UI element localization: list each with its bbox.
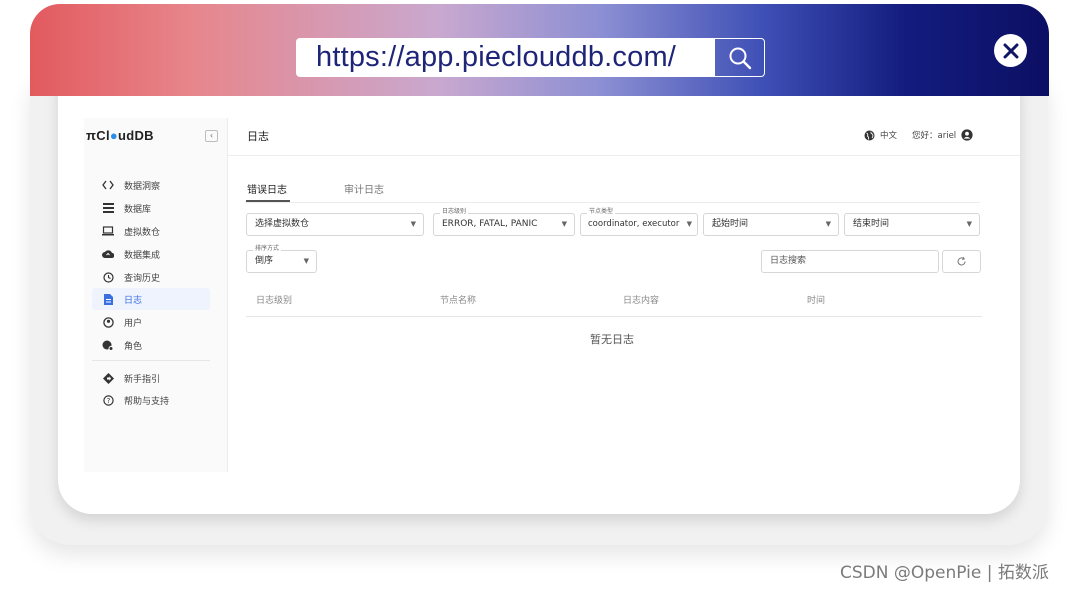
- tab-error-logs[interactable]: 错误日志: [247, 181, 287, 196]
- watermark: CSDN @OpenPie | 拓数派: [840, 563, 1049, 583]
- page-title: 日志: [247, 130, 269, 143]
- sidebar-item-label: 日志: [124, 295, 143, 306]
- sidebar-item-query-history[interactable]: 查询历史: [92, 266, 210, 288]
- sort-order-value: 倒序: [255, 256, 274, 266]
- greeting-text: 您好：ariel: [912, 131, 957, 141]
- node-type-value: coordinator, executor: [588, 219, 680, 229]
- sidebar-separator: [92, 360, 210, 361]
- tabs-divider: [246, 202, 980, 203]
- sidebar-item-database[interactable]: 数据库: [92, 197, 210, 219]
- sidebar-item-label: 查询历史: [124, 273, 161, 284]
- log-search-input[interactable]: 日志搜索: [761, 250, 939, 273]
- sidebar-item-help[interactable]: ? 帮助与支持: [92, 389, 210, 411]
- log-search-placeholder: 日志搜索: [770, 256, 807, 266]
- search-button[interactable]: [714, 38, 765, 77]
- app-logo[interactable]: πCl●udDB: [86, 128, 154, 143]
- sidebar-item-logs[interactable]: 日志: [92, 288, 210, 310]
- node-type-select[interactable]: 节点类型 coordinator, executor ▼: [580, 207, 698, 236]
- sidebar-item-data-integration[interactable]: 数据集成: [92, 243, 210, 265]
- caret-down-icon: ▼: [686, 220, 692, 228]
- close-icon: [1003, 43, 1018, 58]
- sidebar-item-label: 数据洞察: [124, 181, 161, 192]
- sort-order-select[interactable]: 排序方式 倒序 ▼: [246, 244, 317, 273]
- sidebar-divider: [227, 118, 228, 472]
- user-avatar-icon: [961, 129, 973, 141]
- node-type-label: 节点类型: [587, 207, 616, 217]
- role-icon: [92, 340, 124, 351]
- chevron-left-icon: ‹: [209, 131, 214, 140]
- log-level-value: ERROR, FATAL, PANIC: [442, 219, 538, 229]
- sort-order-label: 排序方式: [253, 244, 282, 254]
- collapse-sidebar-button[interactable]: ‹: [205, 130, 218, 142]
- active-tab-indicator: [246, 200, 290, 202]
- laptop-icon: [92, 226, 124, 236]
- history-icon: [92, 271, 124, 283]
- log-level-label: 日志级别: [440, 207, 469, 217]
- refresh-button[interactable]: [942, 250, 981, 273]
- sidebar-item-users[interactable]: 用户: [92, 311, 210, 333]
- column-header-log-content[interactable]: 日志内容: [623, 293, 659, 306]
- sidebar-item-data-insight[interactable]: 数据洞察: [92, 174, 210, 196]
- empty-state-text: 暂无日志: [590, 333, 634, 346]
- start-time-select[interactable]: 起始时间 ▼: [703, 213, 839, 236]
- end-time-value: 结束时间: [853, 219, 890, 229]
- list-icon: [92, 203, 124, 213]
- user-icon: [92, 316, 124, 328]
- help-icon: ?: [92, 394, 124, 406]
- column-header-node-name[interactable]: 节点名称: [440, 293, 476, 306]
- sidebar-item-label: 新手指引: [124, 374, 161, 385]
- refresh-icon: [957, 256, 966, 266]
- warehouse-select[interactable]: 选择虚拟数仓 ▼: [246, 213, 424, 236]
- search-icon: [729, 47, 751, 69]
- sidebar-item-label: 用户: [124, 318, 143, 329]
- column-header-log-level[interactable]: 日志级别: [256, 293, 292, 306]
- file-icon: [92, 293, 124, 305]
- guide-icon: [92, 372, 124, 384]
- caret-down-icon: ▼: [561, 220, 567, 228]
- caret-down-icon: ▼: [410, 220, 416, 228]
- caret-down-icon: ▼: [966, 220, 972, 228]
- end-time-select[interactable]: 结束时间 ▼: [844, 213, 980, 236]
- close-button[interactable]: [994, 34, 1027, 67]
- language-label: 中文: [880, 131, 898, 141]
- sidebar-item-label: 数据集成: [124, 250, 161, 261]
- header-divider: [228, 155, 1020, 156]
- table-header-divider: [246, 316, 982, 317]
- sidebar-item-virtual-warehouse[interactable]: 虚拟数仓: [92, 220, 210, 242]
- language-switch[interactable]: 中文: [864, 129, 897, 141]
- cloud-upload-icon: [92, 249, 124, 259]
- sidebar-item-guide[interactable]: 新手指引: [92, 367, 210, 389]
- svg-text:?: ?: [106, 397, 110, 405]
- sidebar-item-label: 帮助与支持: [124, 396, 170, 407]
- caret-down-icon: ▼: [825, 220, 831, 228]
- user-menu[interactable]: 您好：ariel: [912, 129, 973, 141]
- url-field[interactable]: https://app.pieclouddb.com/: [296, 38, 714, 77]
- tab-audit-logs[interactable]: 审计日志: [344, 181, 384, 196]
- log-level-select[interactable]: 日志级别 ERROR, FATAL, PANIC ▼: [433, 207, 575, 236]
- code-icon: [92, 180, 124, 190]
- sidebar-item-label: 角色: [124, 341, 143, 352]
- column-header-time[interactable]: 时间: [807, 293, 825, 306]
- warehouse-select-value: 选择虚拟数仓: [255, 219, 310, 229]
- sidebar-item-label: 数据库: [124, 204, 152, 215]
- globe-icon: [864, 130, 875, 140]
- caret-down-icon: ▼: [303, 257, 309, 265]
- start-time-value: 起始时间: [712, 219, 749, 229]
- sidebar-item-label: 虚拟数仓: [124, 227, 161, 238]
- sidebar-item-roles[interactable]: 角色: [92, 334, 210, 356]
